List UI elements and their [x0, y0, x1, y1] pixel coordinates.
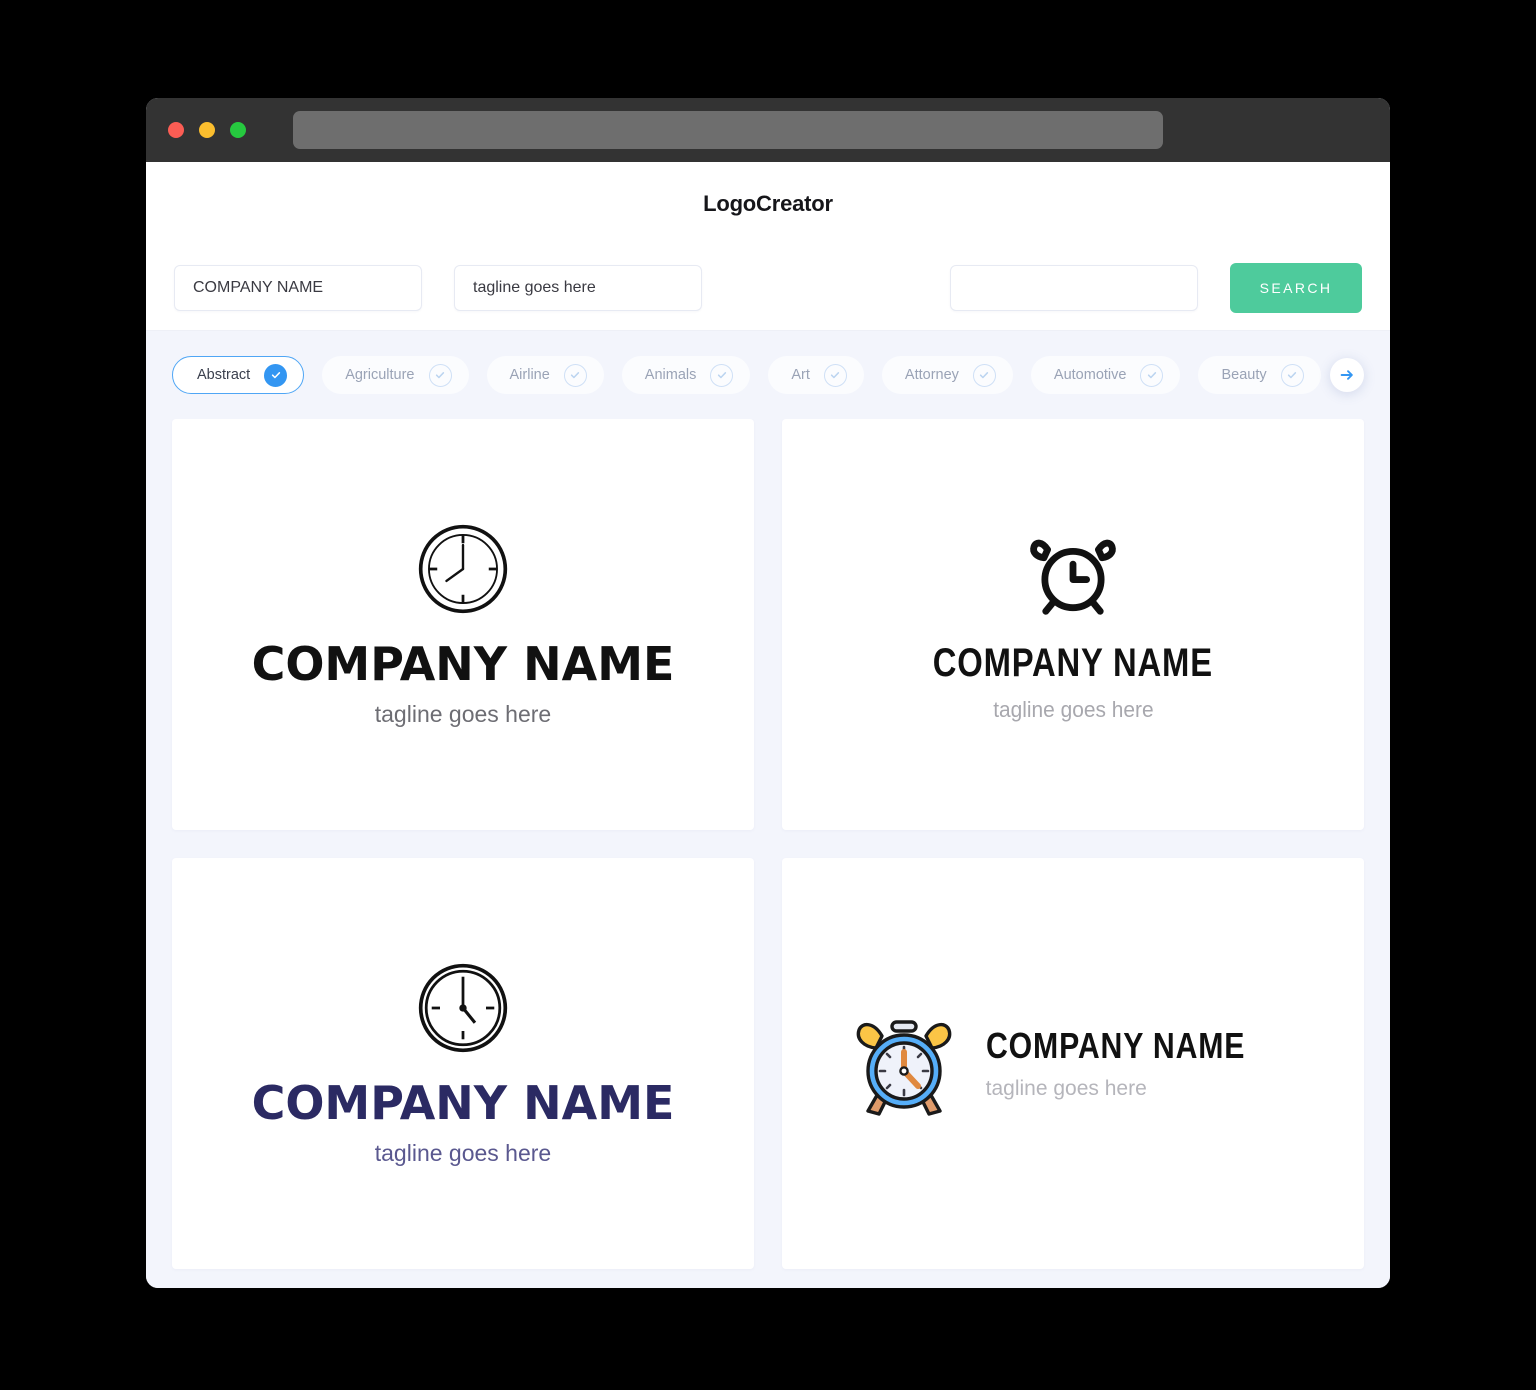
- maximize-window-button[interactable]: [230, 122, 246, 138]
- category-chip-label: Abstract: [197, 367, 251, 383]
- browser-titlebar: [146, 98, 1390, 162]
- category-chip-label: Automotive: [1053, 367, 1127, 383]
- check-circle-icon: [823, 363, 847, 387]
- logo-company-name: COMPANY NAME: [985, 1025, 1245, 1066]
- logo-preview: COMPANY NAME tagline goes here: [902, 529, 1244, 721]
- arrow-right-icon: [1340, 370, 1353, 380]
- logo-tagline: tagline goes here: [985, 1077, 1147, 1100]
- url-bar[interactable]: [293, 111, 1163, 149]
- category-chip-airline[interactable]: Airline: [486, 356, 604, 394]
- page-title: LogoCreator: [703, 191, 833, 216]
- category-filter-bar: Abstract Agriculture Airline Animals Art Atto…: [146, 331, 1390, 419]
- category-chip-label: Agriculture: [345, 367, 415, 383]
- category-chip-animals[interactable]: Animals: [621, 356, 751, 394]
- category-chip-automotive[interactable]: Automotive: [1030, 356, 1181, 394]
- search-toolbar: SEARCH: [146, 246, 1390, 331]
- check-circle-icon: [264, 363, 288, 387]
- category-chip-label: Attorney: [904, 367, 959, 383]
- category-chip-agriculture[interactable]: Agriculture: [322, 356, 469, 394]
- category-chip-abstract[interactable]: Abstract: [172, 356, 305, 394]
- keyword-input[interactable]: [950, 265, 1198, 311]
- logo-card[interactable]: COMPANY NAME tagline goes here: [172, 858, 754, 1269]
- tagline-input[interactable]: [454, 265, 702, 311]
- search-button[interactable]: SEARCH: [1230, 263, 1362, 313]
- logo-company-name: COMPANY NAME: [251, 1076, 675, 1130]
- clock-icon: [418, 963, 508, 1053]
- browser-window: LogoCreator SEARCH Abstract Agriculture Ai…: [146, 98, 1390, 1288]
- check-circle-icon: [972, 363, 996, 387]
- logo-text-block: COMPANY NAME tagline goes here: [985, 1025, 1295, 1100]
- check-circle-icon: [1280, 363, 1304, 387]
- close-window-button[interactable]: [168, 122, 184, 138]
- categories-next-button[interactable]: [1330, 358, 1364, 392]
- logo-preview: COMPANY NAME tagline goes here: [251, 962, 675, 1166]
- traffic-lights: [168, 122, 246, 138]
- logo-results-grid: COMPANY NAME tagline goes here COMPANY N…: [146, 419, 1390, 1288]
- category-chip-attorney[interactable]: Attorney: [881, 356, 1013, 394]
- logo-card[interactable]: COMPANY NAME tagline goes here: [782, 858, 1364, 1269]
- category-chips-list: Abstract Agriculture Airline Animals Art Atto…: [172, 356, 1390, 394]
- logo-tagline: tagline goes here: [374, 701, 552, 727]
- category-chip-label: Art: [791, 367, 810, 383]
- category-chip-label: Animals: [644, 367, 697, 383]
- check-circle-icon: [710, 363, 734, 387]
- category-chip-label: Beauty: [1221, 367, 1267, 383]
- screenshot-root: LogoCreator SEARCH Abstract Agriculture Ai…: [0, 0, 1536, 1390]
- check-circle-icon: [1140, 363, 1164, 387]
- alarm-clock-color-icon: [856, 1019, 951, 1116]
- logo-preview: COMPANY NAME tagline goes here: [852, 1008, 1295, 1120]
- minimize-window-button[interactable]: [199, 122, 215, 138]
- category-chip-beauty[interactable]: Beauty: [1198, 356, 1321, 394]
- logo-company-name: COMPANY NAME: [251, 637, 675, 691]
- clock-icon: [418, 524, 508, 614]
- app-header: LogoCreator: [146, 162, 1390, 246]
- logo-preview: COMPANY NAME tagline goes here: [251, 523, 675, 727]
- check-circle-icon: [428, 363, 452, 387]
- company-name-input[interactable]: [174, 265, 422, 311]
- logo-tagline: tagline goes here: [374, 1140, 552, 1166]
- alarm-clock-icon: [1030, 539, 1116, 615]
- logo-card[interactable]: COMPANY NAME tagline goes here: [172, 419, 754, 830]
- category-chip-art[interactable]: Art: [768, 356, 864, 394]
- check-circle-icon: [563, 363, 587, 387]
- logo-card[interactable]: COMPANY NAME tagline goes here: [782, 419, 1364, 830]
- logo-tagline: tagline goes here: [992, 696, 1154, 722]
- logo-company-name: COMPANY NAME: [932, 640, 1214, 685]
- category-chip-label: Airline: [509, 367, 550, 383]
